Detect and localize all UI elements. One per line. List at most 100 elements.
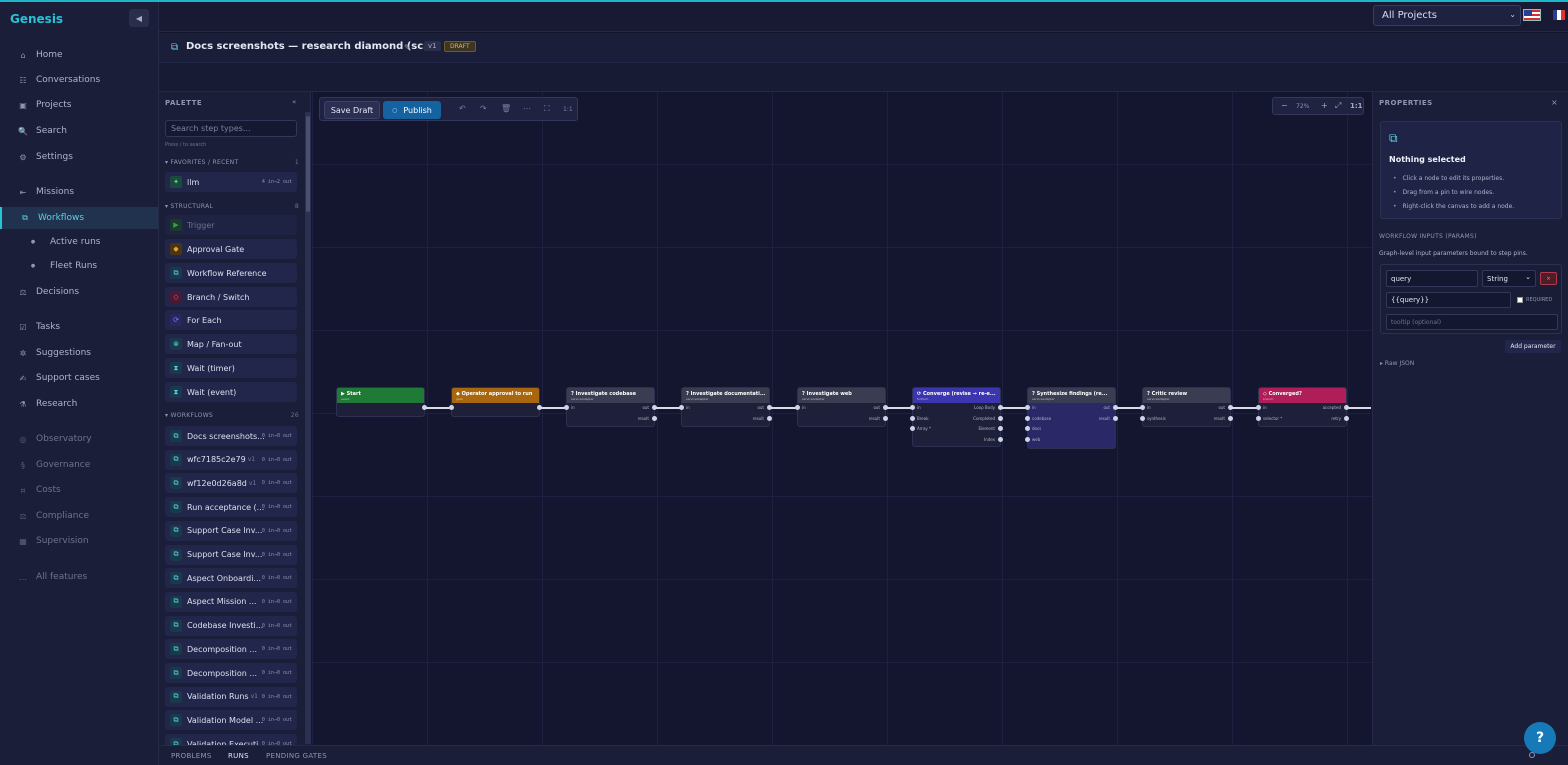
palette-scrollbar-thumb[interactable] <box>306 116 310 212</box>
palette-workflow-item[interactable]: ⧉ Decomposition ... 0 in→0 out <box>165 663 297 683</box>
palette-workflow-item[interactable]: ⧉ Codebase Investi... 0 in→0 out <box>165 615 297 636</box>
pencil-icon[interactable]: ✎ <box>404 43 411 52</box>
param-tooltip-input[interactable]: tooltip (optional) <box>1386 314 1558 330</box>
palette-item-branch-switch[interactable]: ◇ Branch / Switch <box>165 287 297 307</box>
palette-section-favorites[interactable]: ▾ FAVORITES / RECENT 1 <box>165 159 299 166</box>
node-header[interactable]: ⟳ Converge (revise → re-e... forEach <box>913 388 1000 403</box>
sidebar-item-conversations[interactable]: ☷ Conversations <box>0 69 158 91</box>
sidebar-item-research[interactable]: ⚗ Research <box>0 393 158 415</box>
zoom-out-button[interactable]: − <box>1281 101 1288 110</box>
sidebar-item-compliance[interactable]: ⚖ Compliance <box>0 505 158 527</box>
node-header[interactable]: ? Critic review serviceAdapter <box>1143 388 1230 403</box>
workflow-edge[interactable] <box>655 407 681 409</box>
publish-button[interactable]: ○ Publish <box>383 101 441 119</box>
sidebar-item-supervision[interactable]: ▦ Supervision <box>0 530 158 552</box>
palette-item-llm[interactable]: ✦ llm 4 in→2 out <box>165 172 297 192</box>
tab-problems[interactable]: PROBLEMS <box>171 752 212 760</box>
palette-item-map-fanout[interactable]: ⊗ Map / Fan-out <box>165 334 297 354</box>
fullscreen-icon[interactable]: ⛶ <box>544 104 550 114</box>
workflow-edge[interactable] <box>1231 407 1258 409</box>
palette-workflow-item[interactable]: ⧉ Run acceptance (... 0 in→0 out <box>165 497 297 518</box>
sidebar-item-fleet-runs[interactable]: ● Fleet Runs <box>0 255 158 277</box>
sidebar-item-governance[interactable]: § Governance <box>0 454 158 476</box>
us-flag-icon[interactable] <box>1523 9 1541 21</box>
workflow-edge[interactable] <box>1347 407 1371 409</box>
redo-icon[interactable]: ↷ <box>480 104 487 113</box>
node-input-pin[interactable] <box>1025 415 1030 421</box>
required-checkbox[interactable]: REQUIRED <box>1517 297 1552 303</box>
node-input-pin[interactable] <box>449 405 454 410</box>
node-header[interactable]: ◆ Operator approval to run gate <box>452 388 539 403</box>
node-header[interactable]: ? Investigate documentati... serviceAdapt… <box>682 388 769 403</box>
node-input-pin[interactable] <box>679 405 684 410</box>
node-output-pin[interactable] <box>998 415 1003 421</box>
node-input-pin[interactable] <box>1256 415 1261 421</box>
node-output-pin[interactable] <box>767 415 772 421</box>
node-output-pin[interactable] <box>652 415 657 421</box>
sidebar-item-active-runs[interactable]: ● Active runs <box>0 231 158 253</box>
param-type-select[interactable]: String ⌄ <box>1482 270 1536 287</box>
node-input-pin[interactable] <box>910 415 915 421</box>
sidebar-item-home[interactable]: ⌂ Home <box>0 44 158 66</box>
node-header[interactable]: ◇ Converged? branch <box>1259 388 1346 403</box>
node-input-pin[interactable] <box>910 405 915 410</box>
node-header[interactable]: ? Investigate web serviceAdapter <box>798 388 885 403</box>
param-default-input[interactable]: {{query}} <box>1386 292 1511 308</box>
fit-view-icon[interactable]: ⤢ <box>1335 101 1341 111</box>
tab-pending-gates[interactable]: PENDING GATES <box>266 752 327 760</box>
palette-workflow-item[interactable]: ⧉ Aspect Onboardi... 0 in→0 out <box>165 568 297 589</box>
palette-section-workflows[interactable]: ▾ WORKFLOWS 26 <box>165 412 299 419</box>
palette-item-wait-timer[interactable]: ⧗ Wait (timer) <box>165 358 297 378</box>
workflow-edge[interactable] <box>425 407 451 409</box>
node-input-pin[interactable] <box>1140 405 1145 410</box>
sidebar-item-missions[interactable]: ⇤ Missions <box>0 181 158 203</box>
palette-item-workflow-reference[interactable]: ⧉ Workflow Reference <box>165 263 297 283</box>
sidebar-item-costs[interactable]: ¤ Costs <box>0 479 158 501</box>
reset-zoom-button[interactable]: 1:1 <box>1350 102 1363 110</box>
palette-workflow-item[interactable]: ⧉ wf12e0d26a8d v1 0 in→0 out <box>165 473 297 494</box>
node-input-pin[interactable] <box>564 405 569 410</box>
delete-param-button[interactable]: × <box>1540 272 1557 285</box>
palette-search-input[interactable]: Search step types... <box>165 120 297 137</box>
sidebar-item-search[interactable]: 🔍 Search <box>0 120 158 142</box>
node-input-pin[interactable] <box>1025 436 1030 442</box>
param-name-input[interactable]: query <box>1386 270 1478 287</box>
node-output-pin[interactable] <box>1113 415 1118 421</box>
workflow-edge[interactable] <box>540 407 566 409</box>
trash-icon[interactable]: 🗑 <box>501 104 511 113</box>
palette-item-trigger[interactable]: ▶ Trigger <box>165 215 297 235</box>
node-output-pin[interactable] <box>998 436 1003 442</box>
workflow-edge[interactable] <box>1116 407 1142 409</box>
sidebar-item-observatory[interactable]: ◎ Observatory <box>0 428 158 450</box>
palette-workflow-item[interactable]: ⧉ Validation Runs v1 0 in→0 out <box>165 686 297 707</box>
sidebar-item-settings[interactable]: ⚙ Settings <box>0 146 158 168</box>
zoom-in-button[interactable]: + <box>1321 101 1328 110</box>
sidebar-item-decisions[interactable]: ⚖ Decisions <box>0 281 158 303</box>
node-input-pin[interactable] <box>795 405 800 410</box>
palette-workflow-item[interactable]: ⧉ Aspect Mission ... 0 in→0 out <box>165 591 297 612</box>
palette-collapse-icon[interactable]: « <box>292 98 296 106</box>
workflow-edge[interactable] <box>1001 407 1027 409</box>
palette-item-approval-gate[interactable]: ◆ Approval Gate <box>165 239 297 259</box>
sidebar-item-tasks[interactable]: ☑ Tasks <box>0 316 158 338</box>
more-icon[interactable]: ⋯ <box>523 104 531 113</box>
node-output-pin[interactable] <box>883 415 888 421</box>
node-output-pin[interactable] <box>998 426 1003 431</box>
tab-runs[interactable]: RUNS <box>228 752 249 760</box>
palette-workflow-item[interactable]: ⧉ Decomposition ... 0 in→0 out <box>165 639 297 660</box>
fr-flag-icon[interactable] <box>1553 10 1565 20</box>
sidebar-item-suggestions[interactable]: ✲ Suggestions <box>0 342 158 364</box>
palette-workflow-item[interactable]: ⧉ Support Case Inv... 0 in→0 out <box>165 520 297 541</box>
close-icon[interactable]: × <box>1551 98 1558 107</box>
palette-workflow-item[interactable]: ⧉ Validation Executi... 0 in→0 out <box>165 734 297 745</box>
save-draft-button[interactable]: Save Draft <box>324 101 380 119</box>
workflow-edge[interactable] <box>770 407 797 409</box>
node-input-pin[interactable] <box>1025 405 1030 410</box>
sidebar-item-workflows[interactable]: ⧉ Workflows <box>0 207 158 229</box>
project-select[interactable]: All Projects ⌄ <box>1373 5 1521 26</box>
raw-json-toggle[interactable]: ▸ Raw JSON <box>1380 360 1414 367</box>
palette-workflow-item[interactable]: ⧉ Docs screenshots... 0 in→0 out <box>165 426 297 446</box>
node-output-pin[interactable] <box>1228 415 1233 421</box>
node-header[interactable]: ? Investigate codebase serviceAdapter <box>567 388 654 403</box>
node-input-pin[interactable] <box>1025 426 1030 431</box>
